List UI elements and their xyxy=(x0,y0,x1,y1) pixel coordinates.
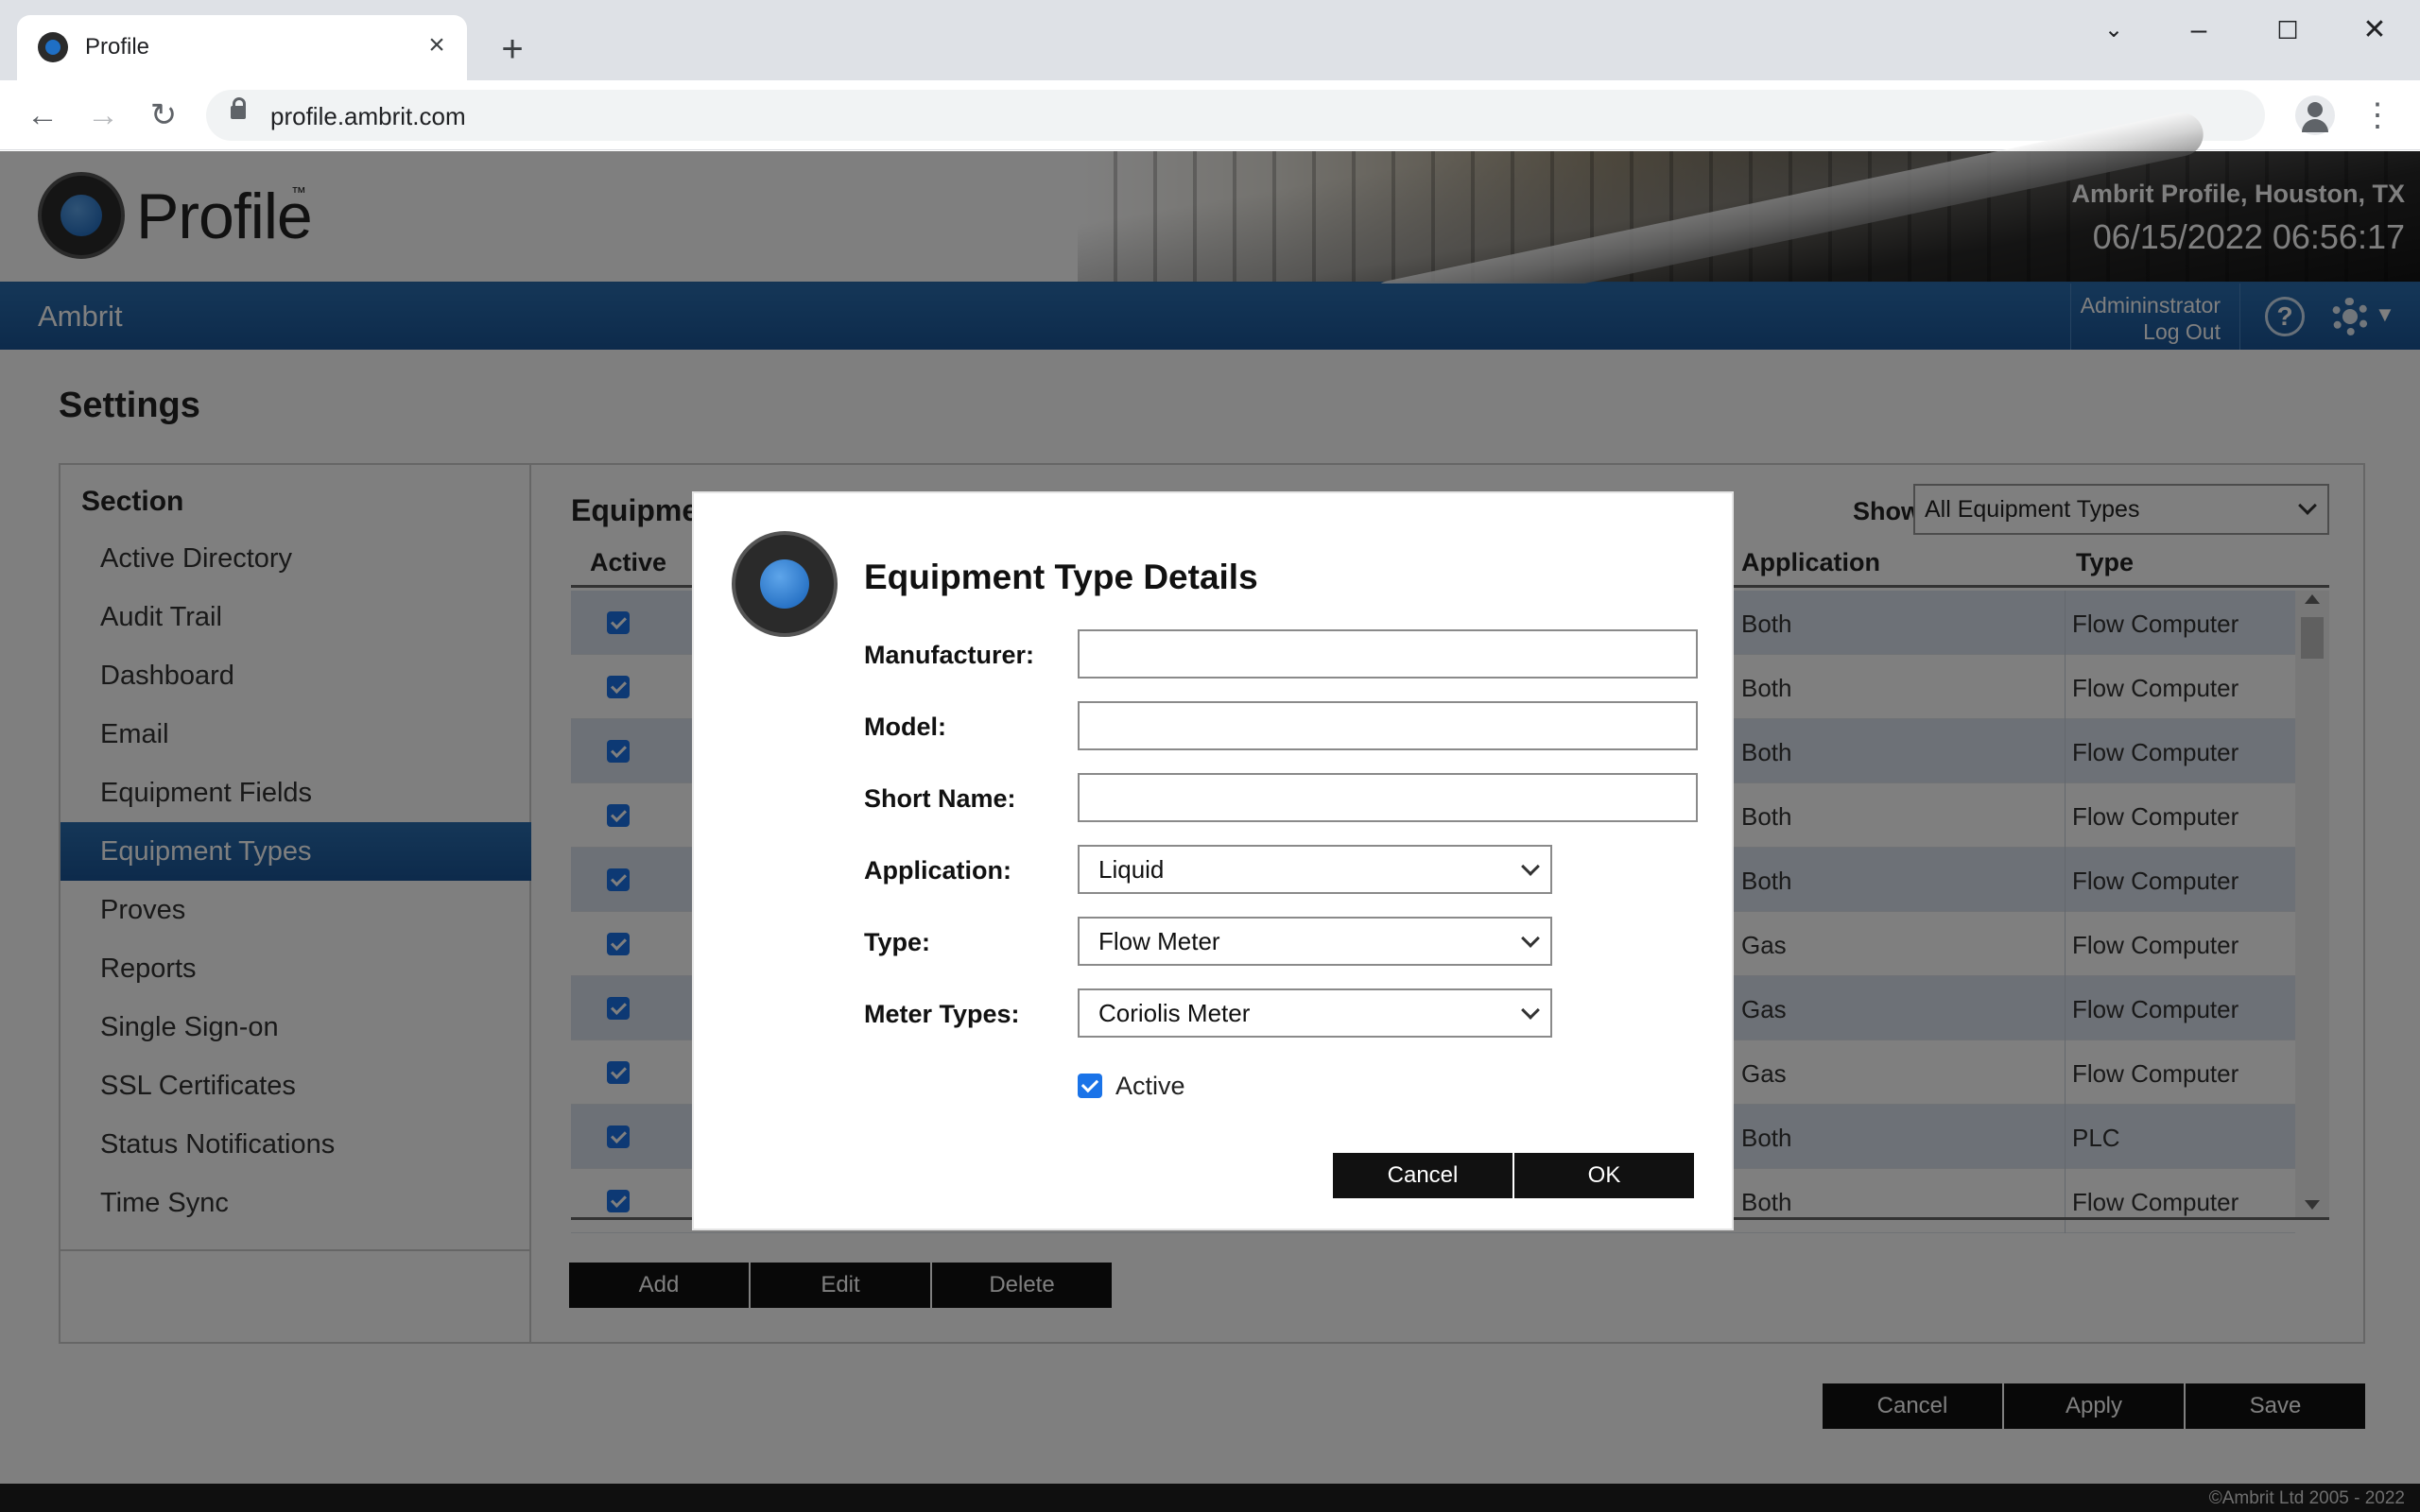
short-name-input[interactable] xyxy=(1078,773,1698,822)
tab-title: Profile xyxy=(85,34,150,60)
browser-tab-bar: Profile × + ⌄ – ☐ ✕ xyxy=(0,0,2420,80)
dialog-cancel-button[interactable]: Cancel xyxy=(1333,1153,1512,1198)
type-select-value: Flow Meter xyxy=(1098,927,1220,955)
forward-arrow-icon[interactable]: → xyxy=(81,94,125,137)
model-input[interactable] xyxy=(1078,701,1698,750)
browser-menu-icon[interactable]: ⋮ xyxy=(2361,95,2394,135)
active-checkbox-label[interactable]: Active xyxy=(1115,1072,1185,1101)
active-checkbox[interactable] xyxy=(1078,1074,1102,1098)
type-label: Type: xyxy=(864,928,931,956)
url-omnibox[interactable]: profile.ambrit.com xyxy=(206,90,2265,141)
back-arrow-icon[interactable]: ← xyxy=(21,94,64,137)
browser-tab[interactable]: Profile × xyxy=(17,15,467,80)
dialog-ok-button[interactable]: OK xyxy=(1514,1153,1694,1198)
maximize-icon[interactable]: ☐ xyxy=(2259,9,2316,51)
url-text[interactable]: profile.ambrit.com xyxy=(270,102,466,131)
browser-profile-icon[interactable] xyxy=(2295,95,2335,135)
reload-icon[interactable]: ↻ xyxy=(142,94,185,137)
chevron-down-icon xyxy=(1521,929,1540,948)
lock-icon[interactable] xyxy=(231,97,246,119)
meter-types-select-value: Coriolis Meter xyxy=(1098,999,1251,1027)
type-select[interactable]: Flow Meter xyxy=(1078,917,1552,966)
meter-types-select[interactable]: Coriolis Meter xyxy=(1078,988,1552,1038)
window-close-icon[interactable]: ✕ xyxy=(2346,9,2403,51)
chevron-down-icon xyxy=(1521,1001,1540,1020)
meter-types-label: Meter Types: xyxy=(864,1000,1020,1028)
profile-favicon-icon xyxy=(38,32,68,62)
minimize-icon[interactable]: – xyxy=(2170,9,2227,51)
short-name-label: Short Name: xyxy=(864,784,1016,813)
profile-logo-icon xyxy=(732,531,838,637)
manufacturer-label: Manufacturer: xyxy=(864,641,1035,669)
dialog-title: Equipment Type Details xyxy=(864,558,1258,596)
application-select-value: Liquid xyxy=(1098,855,1165,884)
model-label: Model: xyxy=(864,713,946,741)
tab-search-chevron-icon[interactable]: ⌄ xyxy=(2085,9,2142,51)
application-label: Application: xyxy=(864,856,1011,885)
equipment-type-details-dialog: Equipment Type Details Manufacturer: Mod… xyxy=(692,491,1734,1230)
manufacturer-input[interactable] xyxy=(1078,629,1698,679)
new-tab-icon[interactable]: + xyxy=(492,28,533,70)
chevron-down-icon xyxy=(1521,857,1540,876)
close-tab-icon[interactable]: × xyxy=(420,28,454,62)
application-select[interactable]: Liquid xyxy=(1078,845,1552,894)
